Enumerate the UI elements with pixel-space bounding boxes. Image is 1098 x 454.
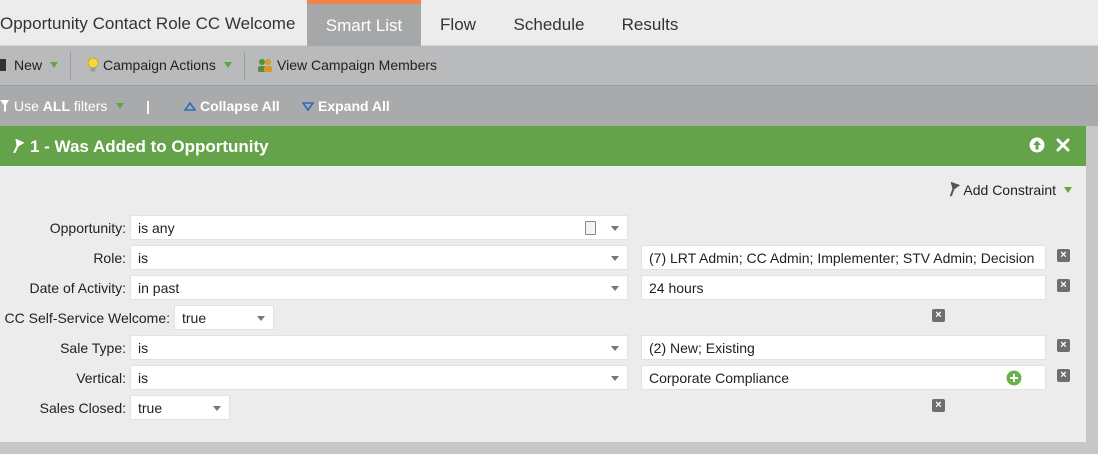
panel-footer-gutter (0, 442, 1098, 454)
sales-closed-select[interactable]: true (130, 395, 230, 420)
remove-filter-icon[interactable] (1056, 138, 1070, 152)
delete-constraint-icon[interactable]: × (1057, 279, 1070, 292)
role-operator-select[interactable]: is (130, 245, 628, 270)
sale-type-operator-select[interactable]: is (130, 335, 628, 360)
top-tab-bar: Opportunity Contact Role CC Welcome Smar… (0, 0, 1098, 46)
chevron-down-icon (50, 62, 59, 68)
expand-all-button[interactable]: Expand All (302, 98, 390, 114)
funnel-icon (0, 100, 9, 112)
use-all-label: Use ALL filters (14, 98, 107, 114)
delete-constraint-icon[interactable]: × (932, 309, 945, 322)
chevron-down-icon (611, 256, 619, 261)
filter-drag-icon[interactable] (10, 139, 24, 155)
expand-all-label: Expand All (318, 98, 390, 114)
filterbar-divider: | (146, 98, 150, 114)
triangle-up-icon (184, 101, 196, 111)
role-value-field[interactable]: (7) LRT Admin; CC Admin; Implementer; ST… (641, 245, 1046, 270)
vertical-operator-value: is (138, 370, 149, 386)
tab-smart-list[interactable]: Smart List (307, 0, 421, 46)
campaign-actions-label: Campaign Actions (103, 57, 216, 73)
new-button[interactable]: New (0, 57, 59, 73)
chevron-down-icon (611, 226, 619, 231)
cc-self-service-welcome-select[interactable]: true (174, 305, 274, 330)
tab-results[interactable]: Results (610, 0, 690, 46)
collapse-all-label: Collapse All (200, 98, 280, 114)
role-operator-value: is (138, 250, 149, 266)
date-of-activity-value-field[interactable]: 24 hours (641, 275, 1046, 300)
filter-header: 1 - Was Added to Opportunity (0, 126, 1086, 166)
date-of-activity-operator-value: in past (138, 280, 180, 296)
chevron-down-icon (611, 286, 619, 291)
filter-panel: 1 - Was Added to Opportunity Add Constra… (0, 126, 1086, 442)
toolbar-divider (70, 52, 71, 80)
sales-closed-value: true (138, 400, 163, 416)
delete-constraint-icon[interactable]: × (1057, 339, 1070, 352)
chevron-down-icon (223, 62, 232, 68)
funnel-icon (950, 182, 961, 197)
opportunity-operator-value: is any (138, 220, 175, 236)
opportunity-operator-select[interactable]: is any (130, 215, 628, 240)
picker-icon[interactable] (585, 221, 596, 235)
date-of-activity-operator-select[interactable]: in past (130, 275, 628, 300)
filter-title: 1 - Was Added to Opportunity (30, 137, 269, 156)
chevron-down-icon (116, 103, 125, 109)
chevron-down-icon (1064, 187, 1072, 193)
vertical-operator-select[interactable]: is (130, 365, 628, 390)
constraint-label-cc-self-service-welcome: CC Self-Service Welcome: (4, 310, 170, 326)
move-up-icon[interactable] (1029, 137, 1045, 153)
new-icon (0, 59, 6, 71)
vertical-value: Corporate Compliance (649, 370, 790, 386)
chevron-down-icon (611, 346, 619, 351)
tab-flow[interactable]: Flow (426, 0, 490, 46)
toolbar-divider (244, 52, 245, 80)
delete-constraint-icon[interactable]: × (932, 399, 945, 412)
constraint-label-date-of-activity: Date of Activity: (29, 280, 126, 296)
chevron-down-icon (213, 406, 221, 411)
view-campaign-members-button[interactable]: View Campaign Members (256, 57, 437, 73)
tab-schedule[interactable]: Schedule (502, 0, 596, 46)
use-all-filters-dropdown[interactable]: Use ALL filters (0, 98, 125, 114)
delete-constraint-icon[interactable]: × (1057, 369, 1070, 382)
constraint-label-opportunity: Opportunity: (49, 220, 126, 236)
delete-constraint-icon[interactable]: × (1057, 249, 1070, 262)
campaign-actions-button[interactable]: Campaign Actions (86, 57, 232, 73)
people-icon (258, 59, 272, 72)
scroll-gutter (1086, 126, 1098, 442)
constraint-label-sales-closed: Sales Closed: (39, 400, 126, 416)
collapse-all-button[interactable]: Collapse All (184, 98, 280, 114)
constraint-label-vertical: Vertical: (76, 370, 126, 386)
new-label: New (14, 57, 43, 73)
sale-type-operator-value: is (138, 340, 149, 356)
constraint-label-role: Role: (93, 250, 126, 266)
cc-self-service-welcome-value: true (182, 310, 207, 326)
chevron-down-icon (257, 316, 265, 321)
sale-type-value-field[interactable]: (2) New; Existing (641, 335, 1046, 360)
use-all-prefix: Use (14, 98, 43, 114)
triangle-down-icon (302, 101, 314, 111)
add-constraint-label: Add Constraint (963, 182, 1056, 198)
add-constraint-button[interactable]: Add Constraint (946, 182, 1072, 198)
campaign-title: Opportunity Contact Role CC Welcome (0, 14, 296, 33)
lightbulb-icon (87, 57, 99, 72)
view-campaign-members-label: View Campaign Members (277, 57, 438, 73)
use-all-bold: ALL (42, 98, 71, 114)
chevron-down-icon (611, 376, 619, 381)
filter-options-bar: Use ALL filters | Collapse All Expand Al… (0, 86, 1098, 126)
plus-circle-icon[interactable] (1006, 370, 1022, 386)
use-all-suffix: filters (70, 98, 108, 114)
toolbar: New Campaign Actions View Campaign Membe… (0, 46, 1098, 86)
constraint-label-sale-type: Sale Type: (60, 340, 126, 356)
vertical-value-field[interactable]: Corporate Compliance (641, 365, 1046, 390)
